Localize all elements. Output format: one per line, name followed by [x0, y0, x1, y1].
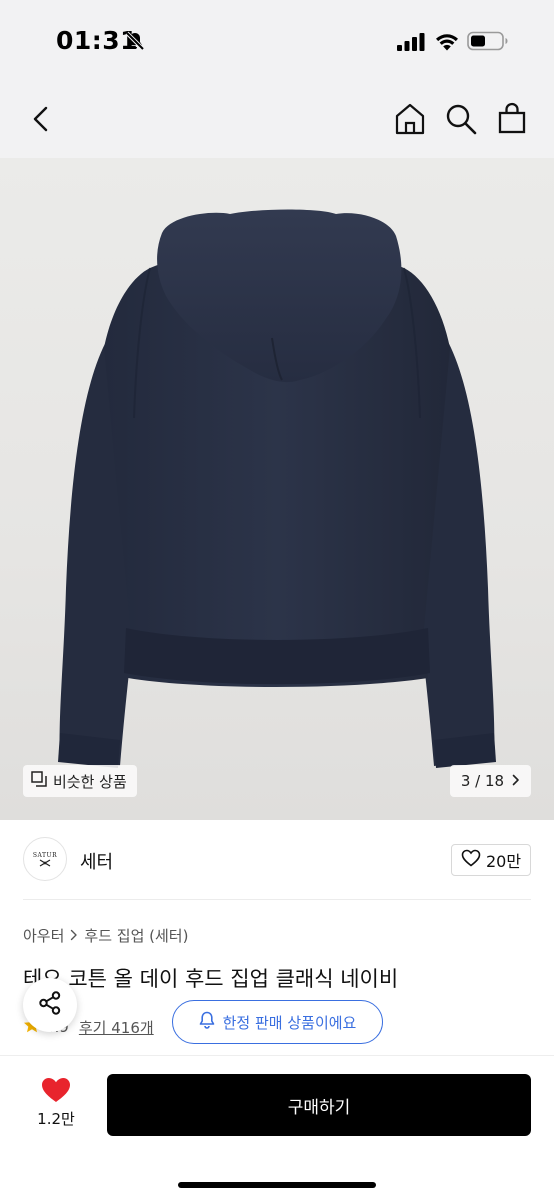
wish-count: 1.2만 — [37, 1110, 75, 1128]
brand-logo[interactable]: SATUR — [23, 837, 67, 881]
similar-products-label: 비슷한 상품 — [53, 772, 127, 791]
divider — [23, 899, 531, 900]
similar-items-icon — [31, 771, 47, 791]
brand-like-count: 20만 — [485, 852, 522, 871]
breadcrumb-category[interactable]: 아우터 — [23, 925, 64, 946]
chevron-right-icon — [512, 772, 520, 790]
cellular-signal-icon — [397, 33, 425, 55]
share-button[interactable] — [23, 978, 77, 1032]
product-image-gallery[interactable]: 비슷한 상품 3 / 18 — [0, 158, 554, 820]
gallery-counter: 3 / 18 — [460, 772, 505, 790]
brand-logo-mark-icon — [39, 858, 51, 867]
gallery-counter-button[interactable]: 3 / 18 — [450, 765, 531, 797]
heart-filled-icon[interactable] — [40, 1076, 72, 1108]
shopping-bag-icon[interactable] — [495, 101, 529, 135]
brand-like-button[interactable]: 20만 — [451, 844, 531, 876]
battery-icon — [467, 31, 509, 55]
similar-products-button[interactable]: 비슷한 상품 — [23, 765, 137, 797]
back-chevron-icon[interactable] — [26, 102, 56, 136]
home-icon[interactable] — [393, 102, 427, 136]
heart-outline-icon — [461, 849, 481, 871]
bottom-bar: 1.2만 구매하기 — [0, 1055, 554, 1200]
brand-name[interactable]: 세터 — [80, 848, 113, 874]
share-icon — [37, 990, 63, 1020]
hoodie-back-image — [58, 209, 496, 768]
breadcrumb: 아우터 후드 집업 (세터) — [23, 925, 188, 946]
status-bar: 01:31 — [0, 0, 554, 80]
breadcrumb-subcategory[interactable]: 후드 집업 (세터) — [84, 925, 188, 946]
limited-sale-notice[interactable]: 한정 판매 상품이에요 — [172, 1000, 383, 1044]
nav-bar — [0, 80, 554, 158]
buy-button[interactable]: 구매하기 — [107, 1074, 531, 1136]
chevron-right-icon — [70, 927, 78, 945]
brand-row: SATUR 세터 20만 — [0, 820, 554, 900]
reviews-link[interactable]: 후기 416개 — [79, 1017, 154, 1038]
limited-sale-label: 한정 판매 상품이에요 — [222, 1013, 357, 1032]
bell-icon — [199, 1011, 215, 1033]
brand-logo-text: SATUR — [32, 851, 58, 859]
bell-off-icon — [124, 30, 146, 56]
wifi-icon — [435, 32, 459, 55]
search-icon[interactable] — [444, 102, 478, 136]
home-indicator — [178, 1182, 376, 1188]
product-title: 테오 코튼 올 데이 후드 집업 클래식 네이비 — [23, 967, 399, 991]
